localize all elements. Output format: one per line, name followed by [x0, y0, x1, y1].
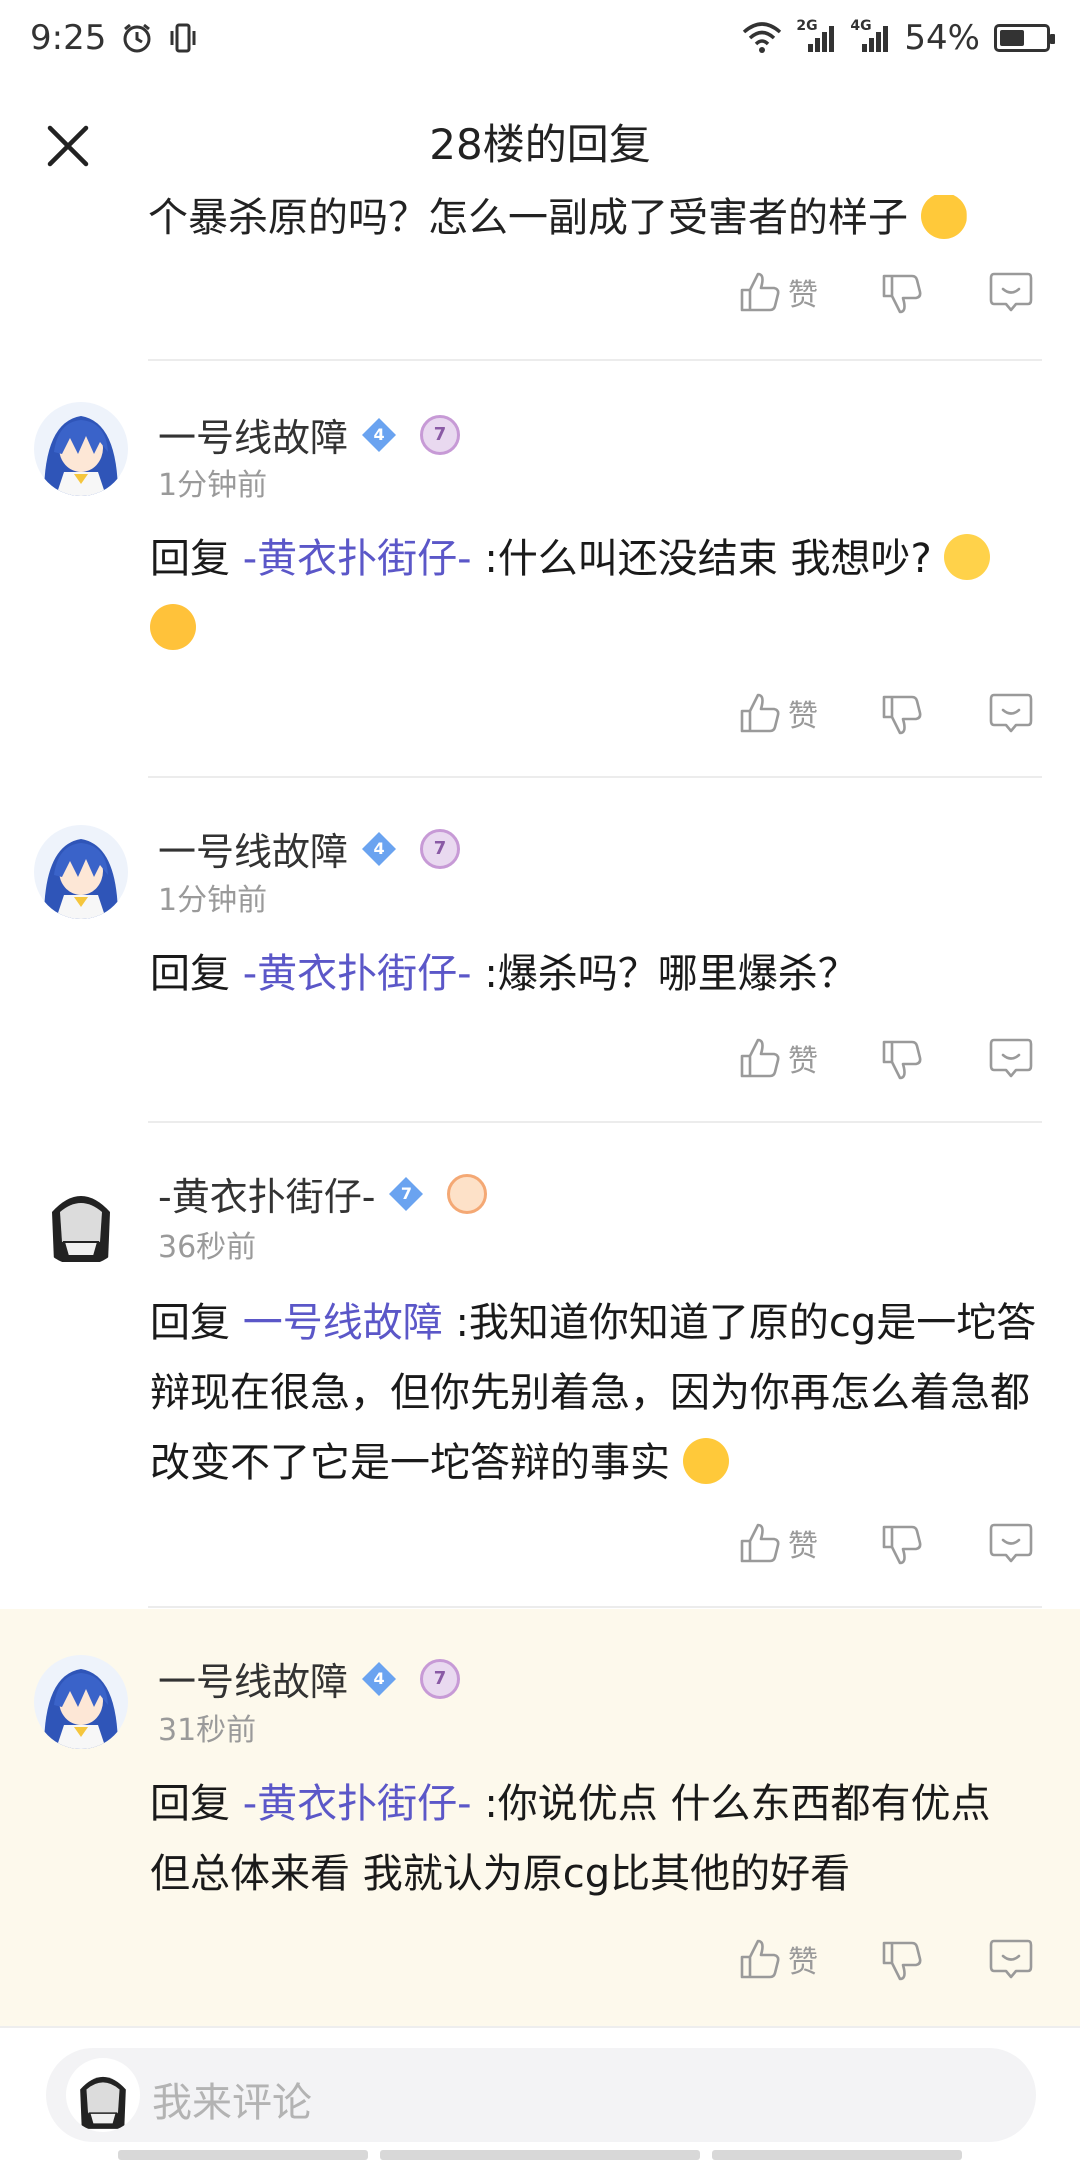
comment-input-placeholder: 我来评论	[152, 2080, 312, 2126]
thumbs-up-icon	[740, 1523, 780, 1563]
reply-button[interactable]	[988, 1521, 1034, 1565]
like-button[interactable]: 赞	[738, 270, 818, 314]
dislike-button[interactable]	[880, 693, 924, 737]
battery-icon	[994, 24, 1055, 52]
reply-button[interactable]	[988, 691, 1034, 735]
username[interactable]: 一号线故障	[158, 821, 348, 876]
timestamp: 1分钟前	[158, 883, 268, 918]
like-label: 赞	[788, 278, 818, 313]
thumbs-down-icon	[882, 1525, 922, 1565]
mention-link[interactable]: -黄衣扑街仔-	[243, 536, 472, 582]
avatar[interactable]	[34, 402, 128, 496]
status-bar: 9:25 2G 4G 54%	[0, 0, 1080, 76]
comment-actions: 赞	[0, 1501, 1080, 1581]
level-badge: 4	[360, 830, 398, 868]
mention-link[interactable]: -黄衣扑街仔-	[243, 951, 472, 997]
thumbs-up-icon	[740, 1939, 780, 1979]
username[interactable]: 一号线故障	[158, 1651, 348, 1706]
level-badge: 4	[360, 1660, 398, 1698]
reply-button[interactable]	[988, 270, 1034, 314]
mention-link[interactable]: -黄衣扑街仔-	[243, 1781, 472, 1827]
dislike-button[interactable]	[880, 272, 924, 316]
like-label: 赞	[788, 1044, 818, 1079]
thumbs-up-icon	[740, 1038, 780, 1078]
avatar[interactable]	[34, 1172, 128, 1266]
like-label: 赞	[788, 1945, 818, 1980]
like-button[interactable]: 赞	[738, 1521, 818, 1565]
self-avatar	[66, 2058, 140, 2132]
thumbs-up-icon	[740, 693, 780, 733]
thumbs-down-icon	[882, 1040, 922, 1080]
signal-2g-icon: 2G	[796, 18, 836, 54]
username[interactable]: -黄衣扑街仔-	[158, 1166, 375, 1221]
dislike-button[interactable]	[880, 1038, 924, 1082]
battery-percent: 54%	[904, 18, 980, 58]
emoji-icon	[682, 1438, 729, 1484]
emoji-icon	[944, 534, 991, 580]
comment-actions: 赞	[0, 1917, 1080, 1997]
comment-icon	[989, 272, 1033, 312]
lungs-badge-icon	[447, 1173, 488, 1214]
mention-link[interactable]: 一号线故障	[243, 1300, 443, 1346]
signal-4g-icon: 4G	[850, 18, 890, 54]
like-button[interactable]: 赞	[738, 691, 818, 735]
emoji-icon	[920, 195, 967, 239]
comment-actions: 赞	[0, 671, 1080, 751]
thumbs-down-icon	[882, 274, 922, 314]
comment-icon	[989, 693, 1033, 733]
comment-text: 回复 -黄衣扑街仔- :爆杀吗？哪里爆杀？	[150, 951, 858, 997]
comment-text: 回复 -黄衣扑街仔- :你说优点 什么东西都有优点 但总体来看 我就认为原cg比…	[150, 1781, 991, 1897]
battery-fill	[1000, 30, 1024, 46]
medal-badge: 7	[420, 1658, 461, 1699]
level-badge: 7	[387, 1175, 425, 1213]
comment-icon	[989, 1939, 1033, 1979]
comment-input[interactable]: 我来评论	[46, 2048, 1036, 2142]
comment-actions: 赞	[0, 250, 1080, 330]
avatar[interactable]	[34, 1655, 128, 1749]
thumbs-up-icon	[740, 272, 780, 312]
emoji-icon	[150, 604, 196, 650]
username[interactable]: 一号线故障	[158, 407, 348, 462]
alarm-icon	[120, 21, 154, 55]
close-icon	[47, 125, 89, 167]
dislike-button[interactable]	[880, 1939, 924, 1983]
comment-text: 回复 一号线故障 :我知道你知道了原的cg是一坨答辩现在很急，但你先别着急，因为…	[150, 1300, 1037, 1486]
comment-input-bar: 我来评论	[0, 2026, 1080, 2160]
like-label: 赞	[788, 699, 818, 734]
medal-badge: 7	[420, 828, 461, 869]
page-header: 28楼的回复	[0, 76, 1080, 206]
comment-text: 回复 -黄衣扑街仔- :什么叫还没结束 我想吵?	[150, 524, 1040, 664]
thumbs-down-icon	[882, 1941, 922, 1981]
like-button[interactable]: 赞	[738, 1036, 818, 1080]
reply-button[interactable]	[988, 1036, 1034, 1080]
divider	[148, 776, 1042, 778]
avatar[interactable]	[34, 825, 128, 919]
level-badge: 4	[360, 416, 398, 454]
nav-bar-segment	[118, 2150, 368, 2160]
vibrate-icon	[168, 21, 198, 55]
timestamp: 1分钟前	[158, 468, 268, 503]
comment-icon	[989, 1038, 1033, 1078]
thumbs-down-icon	[882, 695, 922, 735]
close-button[interactable]	[38, 116, 98, 176]
like-button[interactable]: 赞	[738, 1937, 818, 1981]
like-label: 赞	[788, 1529, 818, 1564]
page-title: 28楼的回复	[429, 119, 651, 169]
divider	[148, 1121, 1042, 1123]
dislike-button[interactable]	[880, 1523, 924, 1567]
timestamp: 36秒前	[158, 1230, 257, 1265]
nav-bar-segment	[712, 2150, 962, 2160]
reply-button[interactable]	[988, 1937, 1034, 1981]
clock-time: 9:25	[30, 18, 107, 58]
comment-actions: 赞	[0, 1016, 1080, 1096]
medal-badge: 7	[420, 414, 461, 455]
wifi-icon	[742, 22, 782, 54]
divider	[148, 1606, 1042, 1608]
timestamp: 31秒前	[158, 1713, 257, 1748]
nav-bar-segment	[380, 2150, 700, 2160]
divider	[148, 359, 1042, 361]
comment-icon	[989, 1523, 1033, 1563]
